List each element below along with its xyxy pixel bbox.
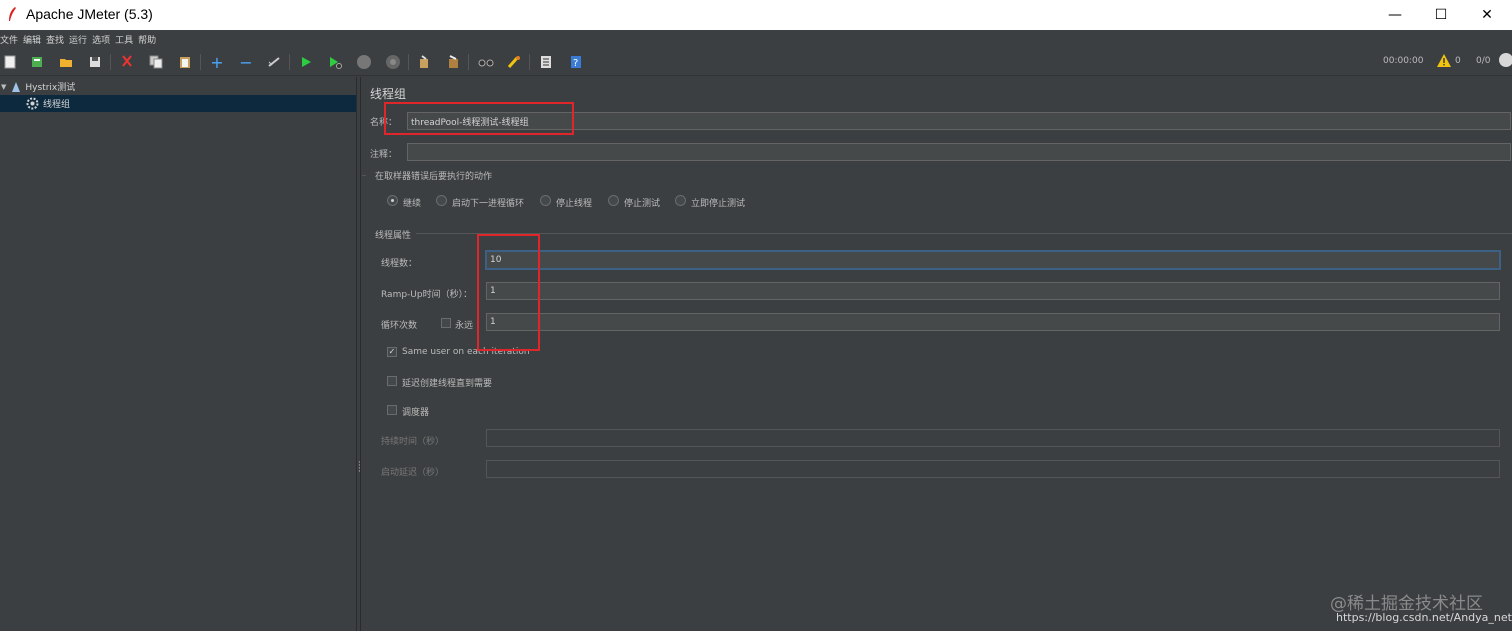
menu-run[interactable]: 运行 bbox=[69, 33, 87, 46]
delay-thread-creation-checkbox[interactable] bbox=[387, 376, 397, 386]
duration-label: 持续时间（秒） bbox=[381, 437, 445, 447]
window-title: Apache JMeter (5.3) bbox=[26, 6, 153, 22]
scheduler-label: 调度器 bbox=[402, 408, 430, 418]
maximize-button[interactable]: ☐ bbox=[1418, 0, 1464, 30]
menu-edit[interactable]: 编辑 bbox=[23, 33, 41, 46]
radio-label: 继续 bbox=[403, 199, 422, 209]
title-bar: Apache JMeter (5.3) — ☐ ✕ bbox=[0, 0, 1512, 30]
toolbar-separator bbox=[110, 54, 111, 70]
menu-tools[interactable]: 工具 bbox=[115, 33, 133, 46]
scheduler-checkbox[interactable] bbox=[387, 405, 397, 415]
globe-icon[interactable] bbox=[1499, 53, 1512, 67]
active-threads: 0/0 bbox=[1476, 56, 1491, 66]
annotation-highlight bbox=[384, 102, 574, 135]
new-icon[interactable] bbox=[2, 54, 18, 70]
test-plan-icon bbox=[12, 81, 21, 92]
tree-node-label: 线程组 bbox=[43, 100, 71, 110]
menu-search[interactable]: 查找 bbox=[46, 33, 64, 46]
loop-count-input[interactable] bbox=[486, 313, 1500, 331]
radio-stop-test[interactable] bbox=[608, 195, 619, 206]
startup-delay-label: 启动延迟（秒） bbox=[381, 468, 445, 478]
save-icon[interactable] bbox=[87, 54, 103, 70]
shutdown-icon[interactable] bbox=[385, 54, 401, 70]
tree-node-test-plan[interactable]: ▼ Hystrix测试 bbox=[0, 78, 356, 95]
toolbar-separator bbox=[529, 54, 530, 70]
watermark-url: https://blog.csdn.net/Andya_net bbox=[1336, 611, 1512, 624]
menu-help[interactable]: 帮助 bbox=[138, 33, 156, 46]
comment-input[interactable] bbox=[407, 143, 1511, 161]
threads-label: 线程数： bbox=[381, 259, 418, 269]
group-border bbox=[362, 175, 366, 176]
tree-node-label: Hystrix测试 bbox=[25, 83, 76, 93]
stop-icon[interactable] bbox=[356, 54, 372, 70]
radio-continue[interactable] bbox=[387, 195, 398, 206]
warning-indicator[interactable]: 0 bbox=[1437, 54, 1461, 67]
delay-thread-creation-label: 延迟创建线程直到需要 bbox=[402, 379, 493, 389]
clear-all-icon[interactable] bbox=[445, 54, 461, 70]
radio-start-next-loop[interactable] bbox=[436, 195, 447, 206]
clear-icon[interactable] bbox=[416, 54, 432, 70]
minimize-button[interactable]: — bbox=[1372, 0, 1418, 30]
elapsed-time: 00:00:00 bbox=[1383, 56, 1424, 66]
toolbar: + − ? 00:00:00 0 0/0 bbox=[0, 48, 1512, 76]
reset-search-icon[interactable] bbox=[506, 54, 522, 70]
cut-icon[interactable] bbox=[119, 54, 135, 70]
split-pane-divider[interactable]: · · · · bbox=[356, 77, 361, 631]
loop-label: 循环次数 bbox=[381, 321, 418, 331]
start-icon[interactable] bbox=[298, 54, 314, 70]
close-button[interactable]: ✕ bbox=[1464, 0, 1510, 30]
duration-input[interactable] bbox=[486, 429, 1500, 447]
forever-label: 永远 bbox=[455, 321, 474, 331]
gear-icon bbox=[26, 97, 39, 110]
radio-stop-thread[interactable] bbox=[540, 195, 551, 206]
toolbar-separator bbox=[289, 54, 290, 70]
function-helper-icon[interactable] bbox=[538, 54, 554, 70]
toolbar-separator bbox=[200, 54, 201, 70]
paste-icon[interactable] bbox=[177, 54, 193, 70]
forever-checkbox[interactable] bbox=[441, 318, 451, 328]
tree-node-thread-group[interactable]: 线程组 bbox=[0, 95, 356, 112]
warning-count: 0 bbox=[1455, 55, 1461, 66]
warning-icon bbox=[1437, 54, 1451, 67]
drag-handle-icon[interactable]: · · · · bbox=[358, 459, 361, 477]
tree-expand-arrow-icon[interactable]: ▼ bbox=[1, 83, 6, 91]
error-action-title: 在取样器错误后要执行的动作 bbox=[375, 172, 493, 182]
menu-file[interactable]: 文件 bbox=[0, 33, 18, 46]
radio-label: 停止线程 bbox=[556, 199, 593, 209]
menu-options[interactable]: 选项 bbox=[92, 33, 110, 46]
annotation-highlight bbox=[477, 234, 540, 351]
toolbar-separator bbox=[468, 54, 469, 70]
test-plan-tree: ▼ Hystrix测试 线程组 bbox=[0, 77, 356, 631]
thread-group-panel: 线程组 名称： 注释： 在取样器错误后要执行的动作 继续 启动下一进程循环 停止… bbox=[362, 77, 1512, 631]
toolbar-separator bbox=[408, 54, 409, 70]
group-border bbox=[416, 233, 1512, 234]
radio-label: 停止测试 bbox=[624, 199, 661, 209]
rampup-label: Ramp-Up时间（秒）： bbox=[381, 290, 473, 300]
collapse-icon[interactable]: − bbox=[238, 53, 254, 72]
expand-icon[interactable]: + bbox=[209, 53, 225, 72]
templates-icon[interactable] bbox=[29, 54, 45, 70]
search-icon[interactable] bbox=[478, 54, 494, 70]
startup-delay-input[interactable] bbox=[486, 460, 1500, 478]
menu-bar: 文件 编辑 查找 运行 选项 工具 帮助 bbox=[0, 30, 1512, 48]
radio-label: 启动下一进程循环 bbox=[452, 199, 525, 209]
radio-stop-test-now[interactable] bbox=[675, 195, 686, 206]
copy-icon[interactable] bbox=[148, 54, 164, 70]
thread-props-title: 线程属性 bbox=[375, 231, 412, 241]
toggle-icon[interactable] bbox=[266, 54, 282, 70]
open-icon[interactable] bbox=[58, 54, 74, 70]
rampup-input[interactable] bbox=[486, 282, 1500, 300]
panel-title: 线程组 bbox=[370, 87, 407, 101]
same-user-checkbox[interactable]: ✓ bbox=[387, 347, 397, 357]
jmeter-feather-icon bbox=[9, 7, 16, 21]
help-icon[interactable]: ? bbox=[568, 54, 584, 70]
threads-input[interactable] bbox=[486, 251, 1500, 269]
svg-text:?: ? bbox=[573, 58, 578, 69]
comment-label: 注释： bbox=[370, 150, 398, 160]
start-no-pause-icon[interactable] bbox=[327, 54, 343, 70]
radio-label: 立即停止测试 bbox=[691, 199, 746, 209]
